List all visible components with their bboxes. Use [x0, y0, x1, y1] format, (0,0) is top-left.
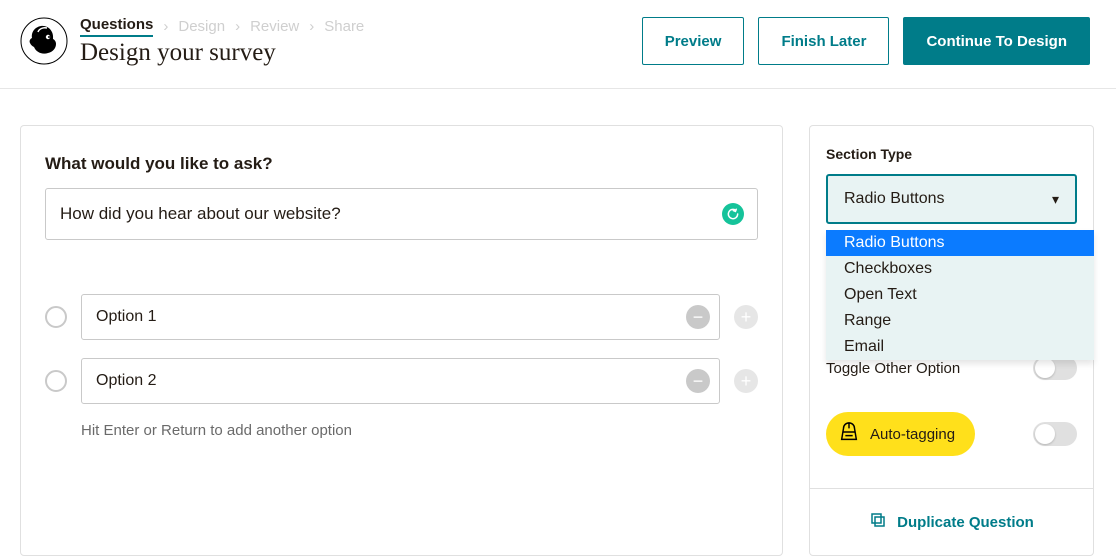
- add-option-button[interactable]: +: [734, 369, 758, 393]
- section-type-label: Section Type: [826, 146, 1077, 162]
- autotag-switch[interactable]: [1033, 422, 1077, 446]
- section-type-value: Radio Buttons: [844, 190, 945, 208]
- remove-option-button[interactable]: −: [686, 305, 710, 329]
- grammarly-icon[interactable]: [722, 203, 744, 225]
- toggle-other-label: Toggle Other Option: [826, 360, 960, 377]
- autotag-row: Auto-tagging: [826, 412, 1077, 456]
- option-input-1[interactable]: [81, 294, 720, 340]
- header-actions: Preview Finish Later Continue To Design: [642, 17, 1090, 65]
- radio-icon: [45, 306, 67, 328]
- autotag-icon: [838, 421, 860, 447]
- option-row: − +: [45, 294, 758, 340]
- option-input-2[interactable]: [81, 358, 720, 404]
- title-block: Questions › Design › Review › Share Desi…: [80, 16, 642, 67]
- remove-option-button[interactable]: −: [686, 369, 710, 393]
- options-list: − + − + Hit Enter or Return to add anoth…: [45, 294, 758, 439]
- dropdown-item-email[interactable]: Email: [826, 334, 1094, 360]
- duplicate-label: Duplicate Question: [897, 514, 1034, 531]
- autotag-button[interactable]: Auto-tagging: [826, 412, 975, 456]
- chevron-down-icon: ▾: [1052, 191, 1059, 208]
- radio-icon: [45, 370, 67, 392]
- dropdown-item-open-text[interactable]: Open Text: [826, 282, 1094, 308]
- breadcrumb-review[interactable]: Review: [250, 18, 299, 35]
- continue-button[interactable]: Continue To Design: [903, 17, 1090, 65]
- autotag-label: Auto-tagging: [870, 426, 955, 443]
- breadcrumb: Questions › Design › Review › Share: [80, 16, 642, 37]
- breadcrumb-design[interactable]: Design: [178, 18, 225, 35]
- chevron-right-icon: ›: [309, 18, 314, 35]
- question-text-input[interactable]: [45, 188, 758, 240]
- dropdown-item-range[interactable]: Range: [826, 308, 1094, 334]
- dropdown-item-checkboxes[interactable]: Checkboxes: [826, 256, 1094, 282]
- duplicate-question-button[interactable]: Duplicate Question: [826, 489, 1077, 555]
- breadcrumb-share[interactable]: Share: [324, 18, 364, 35]
- question-settings-panel: Section Type Radio Buttons ▾ Radio Butto…: [809, 125, 1094, 556]
- breadcrumb-questions[interactable]: Questions: [80, 16, 153, 37]
- finish-later-button[interactable]: Finish Later: [758, 17, 889, 65]
- header-bar: Questions › Design › Review › Share Desi…: [0, 0, 1116, 89]
- duplicate-icon: [869, 511, 887, 533]
- chevron-right-icon: ›: [235, 18, 240, 35]
- section-type-dropdown: Radio Buttons Checkboxes Open Text Range…: [826, 230, 1094, 360]
- option-row: − +: [45, 358, 758, 404]
- mailchimp-logo: [20, 17, 68, 65]
- page-title: Design your survey: [80, 39, 642, 67]
- preview-button[interactable]: Preview: [642, 17, 745, 65]
- section-type-select[interactable]: Radio Buttons ▾: [826, 174, 1077, 224]
- question-prompt-label: What would you like to ask?: [45, 154, 758, 174]
- chevron-right-icon: ›: [163, 18, 168, 35]
- add-option-button[interactable]: +: [734, 305, 758, 329]
- dropdown-item-radio[interactable]: Radio Buttons: [826, 230, 1094, 256]
- add-option-hint: Hit Enter or Return to add another optio…: [81, 422, 758, 439]
- question-editor-card: What would you like to ask? − + −: [20, 125, 783, 556]
